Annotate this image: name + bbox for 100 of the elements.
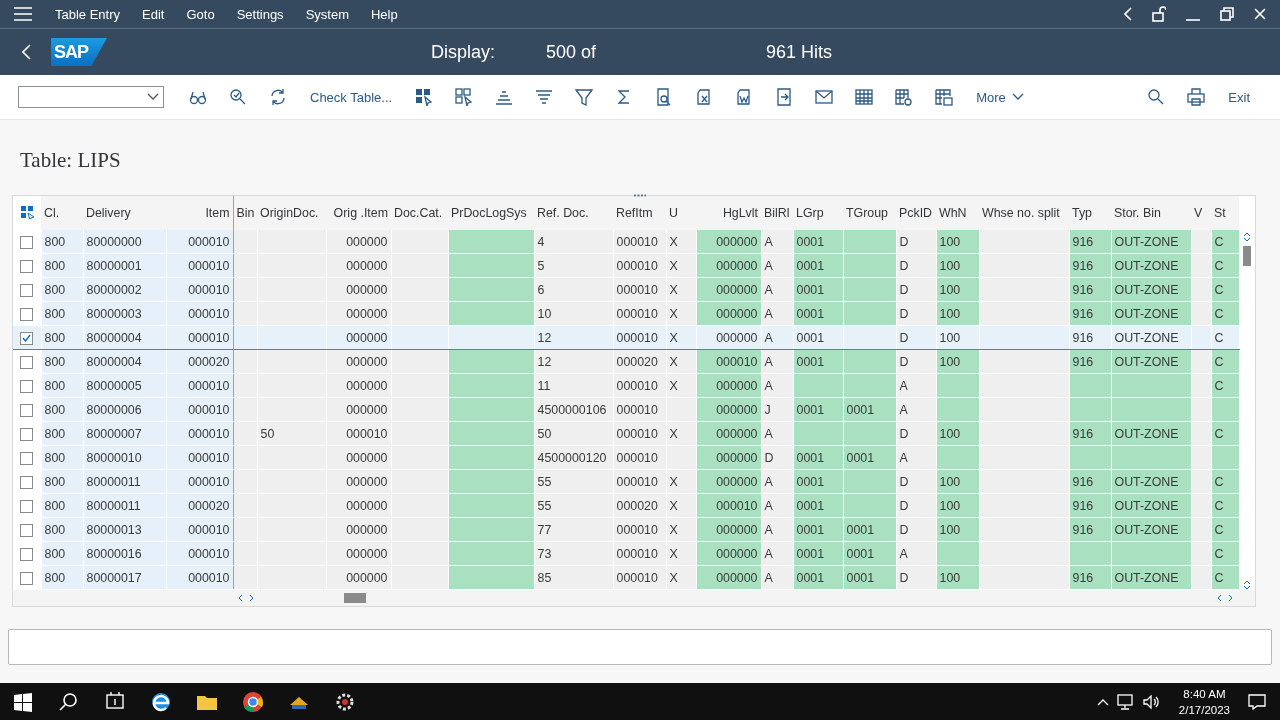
column-header[interactable]: BilRl [761, 196, 793, 230]
column-header[interactable]: St [1211, 196, 1239, 230]
column-header[interactable]: Item [166, 196, 233, 230]
menu-icon[interactable] [14, 7, 32, 21]
table-cell: 800 [44, 234, 66, 249]
grid-select-icon[interactable] [415, 88, 434, 106]
row-checkbox[interactable] [20, 379, 34, 393]
scroll-left-icon[interactable] [1217, 594, 1222, 602]
clock-time[interactable]: 8:40 AM [1183, 685, 1226, 702]
table-cell: X [669, 234, 678, 249]
sort-descending-icon[interactable] [535, 88, 554, 106]
row-checkbox[interactable] [20, 307, 34, 321]
column-header[interactable]: U [666, 196, 696, 230]
close-icon[interactable] [1254, 8, 1266, 20]
row-checkbox[interactable] [20, 331, 34, 345]
table-cell: A [899, 402, 908, 417]
menu-item[interactable]: Edit [131, 6, 176, 22]
column-header[interactable]: PckID [896, 196, 936, 230]
column-header[interactable]: RefItm [613, 196, 666, 230]
table-cell: 000010 [616, 258, 658, 273]
column-header[interactable]: HgLvlt [696, 196, 761, 230]
row-checkbox[interactable] [20, 499, 34, 513]
exit-button[interactable]: Exit [1222, 85, 1256, 109]
export-icon[interactable] [775, 88, 794, 106]
row-checkbox[interactable] [20, 235, 34, 249]
notification-icon[interactable] [1248, 693, 1266, 710]
network-icon[interactable] [1116, 693, 1135, 710]
menu-item[interactable]: Table Entry [44, 6, 132, 22]
row-checkbox[interactable] [20, 547, 34, 561]
unlock-icon[interactable] [1152, 6, 1166, 22]
scroll-left-icon[interactable] [238, 594, 243, 602]
row-checkbox[interactable] [20, 259, 34, 273]
table-settings-icon[interactable] [895, 88, 914, 106]
scrollbar-thumb[interactable] [344, 593, 366, 603]
chrome-icon[interactable] [242, 690, 264, 713]
search-icon[interactable] [58, 690, 80, 713]
filter-icon[interactable] [575, 88, 594, 106]
menu-item[interactable]: Goto [175, 6, 226, 22]
table-icon[interactable] [855, 88, 874, 106]
column-header[interactable]: Whse no. split [979, 196, 1069, 230]
column-header[interactable]: Bin [233, 196, 257, 230]
sort-ascending-icon[interactable] [495, 88, 514, 106]
scroll-down-icon[interactable] [1242, 585, 1251, 590]
dropdown-field[interactable] [18, 86, 164, 108]
column-header[interactable]: Doc.Cat. [391, 196, 448, 230]
table-save-icon[interactable] [935, 88, 954, 106]
table-cell: A [764, 546, 773, 561]
row-checkbox[interactable] [20, 523, 34, 537]
grid-deselect-icon[interactable] [455, 88, 474, 106]
speaker-icon[interactable] [1142, 693, 1161, 710]
column-header[interactable]: Delivery [83, 196, 166, 230]
zoom-icon[interactable] [229, 88, 247, 106]
scroll-right-icon[interactable] [249, 594, 254, 602]
row-checkbox[interactable] [20, 571, 34, 585]
browser-icon[interactable] [150, 690, 172, 713]
column-header[interactable]: OriginDoc. [257, 196, 326, 230]
menu-item[interactable]: System [294, 6, 360, 22]
more-button[interactable]: More [970, 85, 1030, 109]
table-cell: OUT-ZONE [1114, 474, 1179, 489]
row-checkbox[interactable] [20, 283, 34, 297]
row-checkbox[interactable] [20, 427, 34, 441]
column-header[interactable]: V [1191, 196, 1211, 230]
row-checkbox[interactable] [20, 475, 34, 489]
column-header[interactable]: TGroup [843, 196, 896, 230]
mail-icon[interactable] [815, 88, 834, 106]
table-cell: 000000 [346, 234, 388, 249]
print-icon[interactable] [1187, 88, 1206, 106]
windows-icon[interactable] [12, 690, 34, 713]
column-header[interactable]: Stor. Bin [1111, 196, 1191, 230]
table-cell: 100 [939, 234, 961, 249]
scroll-up-icon[interactable] [1242, 580, 1251, 585]
clock-date[interactable]: 2/17/2023 [1178, 701, 1230, 718]
menu-item[interactable]: Help [359, 6, 409, 22]
table-cell: 0001 [796, 258, 825, 273]
back-icon[interactable] [22, 44, 31, 60]
row-checkbox[interactable] [20, 355, 34, 369]
scroll-up-icon[interactable] [1242, 232, 1251, 237]
scrollbar-thumb[interactable] [1242, 246, 1251, 266]
menu-item[interactable]: Settings [225, 6, 295, 22]
refresh-icon[interactable] [269, 88, 287, 106]
column-header[interactable]: Orig .Item [326, 196, 391, 230]
back-icon[interactable] [1124, 7, 1132, 21]
scroll-right-icon[interactable] [1228, 594, 1233, 602]
column-header[interactable]: Cl. [41, 196, 83, 230]
row-checkbox[interactable] [20, 403, 34, 417]
restore-icon[interactable] [1220, 7, 1234, 21]
column-header[interactable]: Ref. Doc. [534, 196, 613, 230]
check-table-button[interactable]: Check Table... [304, 85, 399, 109]
column-header[interactable]: LGrp [793, 196, 843, 230]
table-cell: D [899, 498, 909, 513]
layout-icon[interactable] [20, 204, 34, 219]
title-text: Display: [431, 41, 497, 63]
column-header[interactable]: Typ [1069, 196, 1111, 230]
column-header[interactable]: WhN [936, 196, 979, 230]
scroll-down-icon[interactable] [1242, 237, 1251, 242]
resize-handle-icon[interactable] [633, 194, 647, 197]
column-header[interactable]: PrDocLogSys [448, 196, 534, 230]
chevron-up-icon[interactable] [1096, 697, 1109, 706]
search-icon[interactable] [1147, 88, 1166, 106]
row-checkbox[interactable] [20, 451, 34, 465]
